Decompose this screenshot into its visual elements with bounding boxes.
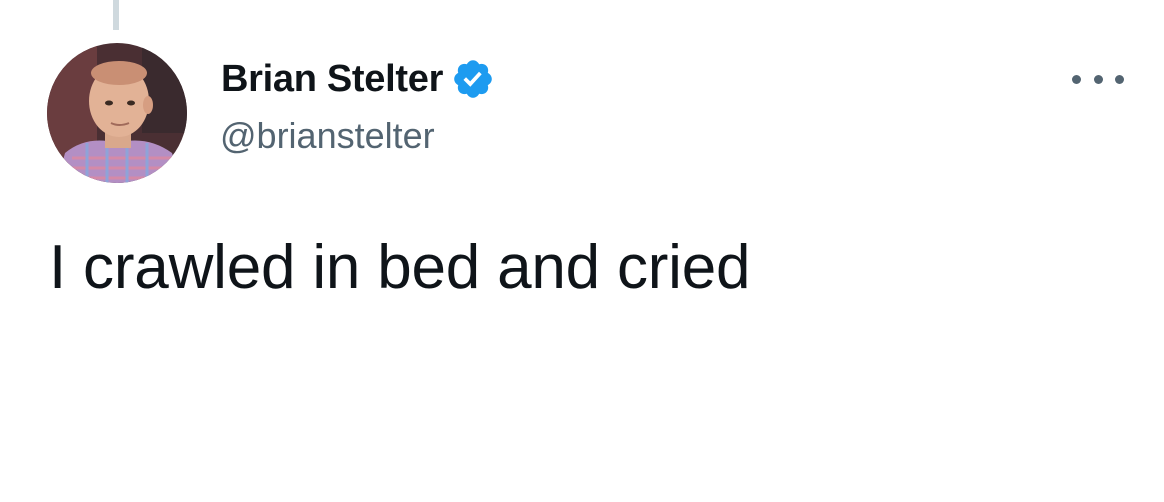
tweet-card[interactable]: Brian Stelter @brianstelter I crawled in… [0,0,1164,502]
more-dot [1072,74,1081,84]
author-handle[interactable]: @brianstelter [220,115,435,157]
more-options-icon[interactable] [1072,64,1124,94]
more-dot [1115,74,1124,84]
author-name-row[interactable]: Brian Stelter [221,56,495,102]
more-dot [1093,74,1103,84]
verified-badge-icon [451,57,495,101]
tweet-text: I crawled in bed and cried [49,233,751,302]
avatar[interactable] [47,43,187,183]
thread-connector-line [113,0,119,30]
author-display-name[interactable]: Brian Stelter [221,58,443,101]
